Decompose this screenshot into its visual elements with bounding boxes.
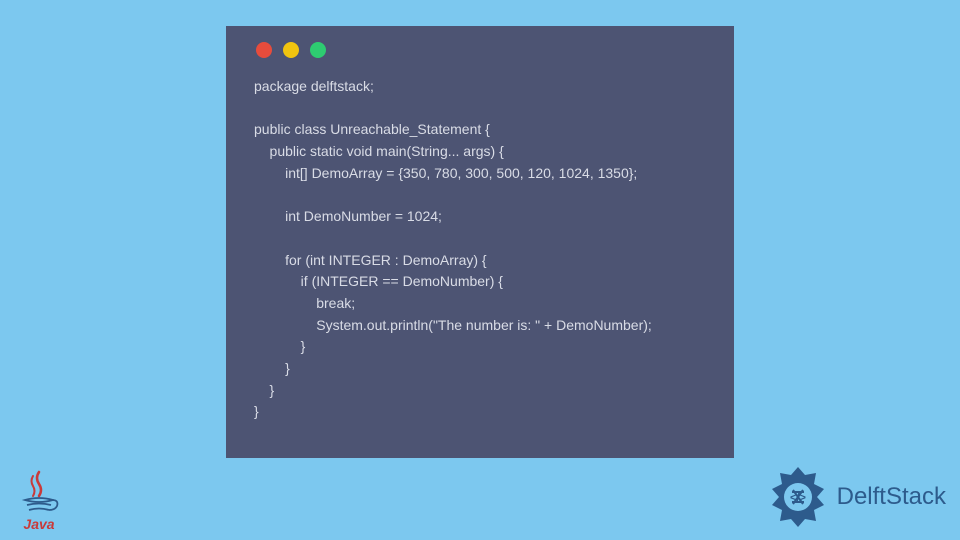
java-logo: Java: [12, 460, 66, 532]
delftstack-logo: </> DelftStack: [765, 464, 946, 530]
java-logo-text: Java: [23, 516, 54, 532]
code-line: }: [254, 360, 290, 376]
delftstack-gear-icon: </>: [765, 464, 831, 530]
code-line: System.out.println("The number is: " + D…: [254, 317, 652, 333]
code-content: package delftstack; public class Unreach…: [250, 76, 710, 423]
code-line: int[] DemoArray = {350, 780, 300, 500, 1…: [254, 165, 637, 181]
window-controls: [250, 42, 710, 58]
maximize-icon: [310, 42, 326, 58]
minimize-icon: [283, 42, 299, 58]
code-line: if (INTEGER == DemoNumber) {: [254, 273, 503, 289]
java-cup-icon: [19, 470, 59, 514]
code-line: public static void main(String... args) …: [254, 143, 504, 159]
svg-text:</>: </>: [790, 492, 806, 504]
close-icon: [256, 42, 272, 58]
code-line: break;: [254, 295, 355, 311]
code-line: for (int INTEGER : DemoArray) {: [254, 252, 487, 268]
code-line: }: [254, 403, 259, 419]
code-line: public class Unreachable_Statement {: [254, 121, 490, 137]
code-line: package delftstack;: [254, 78, 374, 94]
code-line: }: [254, 338, 305, 354]
code-line: int DemoNumber = 1024;: [254, 208, 442, 224]
code-line: }: [254, 382, 274, 398]
delftstack-logo-text: DelftStack: [837, 483, 946, 511]
code-window: package delftstack; public class Unreach…: [226, 26, 734, 458]
